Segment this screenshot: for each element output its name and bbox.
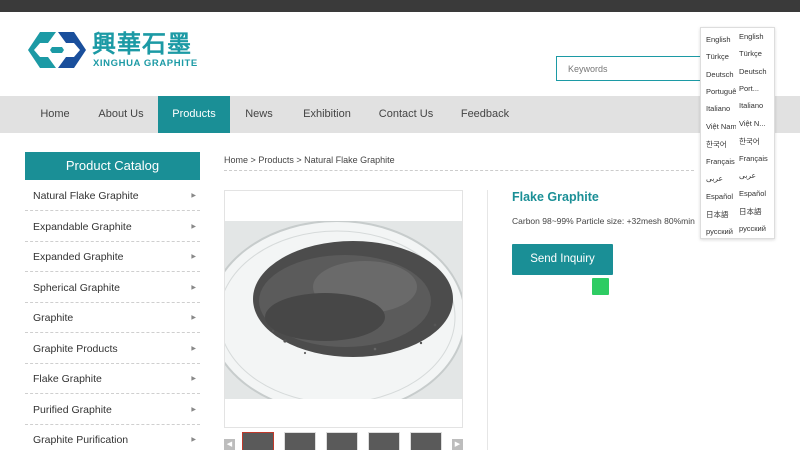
breadcrumb-current: Natural Flake Graphite [304,155,395,165]
catalog-item[interactable]: Natural Flake Graphite ▶ [25,181,200,211]
nav-exhibition[interactable]: Exhibition [296,96,358,133]
chevron-right-icon: ▶ [191,407,196,413]
thumbnail[interactable] [326,432,358,450]
logo-chinese-text: 興華石墨 [92,30,192,58]
thumbnail[interactable] [284,432,316,450]
product-image-frame [224,190,463,428]
arrow-left-icon[interactable]: ◀ [224,439,235,450]
nav-home[interactable]: Home [24,96,86,133]
search-box [556,56,706,81]
chevron-right-icon: ▶ [191,254,196,260]
catalog-item[interactable]: Flake Graphite ▶ [25,364,200,394]
breadcrumb-separator: > [296,155,302,165]
breadcrumb-divider [224,170,694,171]
catalog-item[interactable]: Graphite ▶ [25,303,200,333]
chat-icon[interactable] [592,278,609,295]
site-logo[interactable]: 興華石墨 XINGHUA GRAPHITE [26,30,198,72]
chevron-right-icon: ▶ [191,346,196,352]
catalog-item[interactable]: Graphite Products ▶ [25,334,200,364]
nav-news[interactable]: News [238,96,280,133]
chevron-right-icon: ▶ [191,315,196,321]
search-input[interactable] [557,57,705,80]
nav-feedback[interactable]: Feedback [456,96,514,133]
arrow-right-icon[interactable]: ▶ [452,439,463,450]
chevron-right-icon: ▶ [191,437,196,443]
logo-mark-icon [28,32,86,68]
chevron-right-icon: ▶ [191,285,196,291]
catalog-item[interactable]: Purified Graphite ▶ [25,395,200,425]
breadcrumb-products-link[interactable]: Products [258,155,294,165]
nav-about-us[interactable]: About Us [92,96,150,133]
logo-english-text: XINGHUA GRAPHITE [93,58,198,69]
breadcrumb-home-link[interactable]: Home [224,155,248,165]
nav-products[interactable]: Products [158,96,230,133]
thumbnail[interactable] [242,432,274,450]
site-header: 興華石墨 XINGHUA GRAPHITE [0,12,800,96]
catalog-item[interactable]: Graphite Purification ▶ [25,425,200,450]
send-inquiry-button[interactable]: Send Inquiry [512,244,613,275]
thumbnail-strip: ◀ ▶ [224,432,464,450]
main-nav: Home About Us Products News Exhibition C… [0,96,800,133]
chevron-right-icon: ▶ [191,224,196,230]
catalog-item[interactable]: Spherical Graphite ▶ [25,273,200,303]
column-divider [487,190,488,450]
catalog-title: Product Catalog [25,152,200,180]
chevron-right-icon: ▶ [191,376,196,382]
thumbnail[interactable] [410,432,442,450]
thumbnail[interactable] [368,432,400,450]
breadcrumb: Home > Products > Natural Flake Graphite [224,155,395,165]
language-dropdown: English English Türkçe Türkçe Deutsch Deuts… [700,27,775,239]
breadcrumb-separator: > [250,155,256,165]
chevron-right-icon: ▶ [191,193,196,199]
product-title: Flake Graphite [512,190,599,204]
catalog-item[interactable]: Expandable Graphite ▶ [25,212,200,242]
product-photo[interactable] [225,221,463,399]
catalog-item[interactable]: Expanded Graphite ▶ [25,242,200,272]
top-strip [0,0,800,12]
product-description: Carbon 98~99% Particle size: +32mesh 80%… [512,216,695,226]
nav-contact-us[interactable]: Contact Us [374,96,438,133]
